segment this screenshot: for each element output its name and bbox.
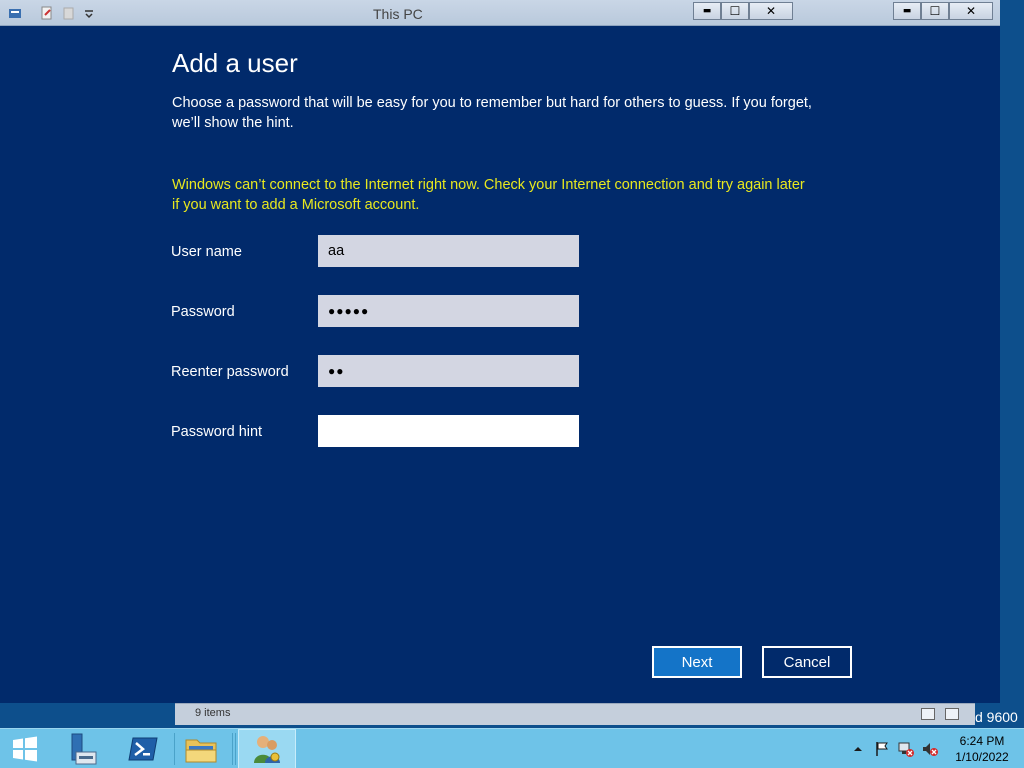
- clock-date: 1/10/2022: [955, 750, 1009, 764]
- powershell-icon: [128, 737, 158, 761]
- explorer-status-bar: 9 items: [175, 703, 975, 725]
- close-icon: ✕: [765, 4, 777, 18]
- maximize-icon: ☐: [929, 4, 941, 18]
- details-view-icon[interactable]: [921, 708, 935, 720]
- action-center-flag-icon[interactable]: [874, 741, 890, 757]
- dialog-description: Choose a password that will be easy for …: [172, 95, 812, 131]
- dialog-title: Add a user: [172, 48, 298, 78]
- reenter-password-label: Reenter password: [171, 364, 289, 380]
- chevron-down-icon[interactable]: [82, 6, 96, 20]
- server-manager-icon: [71, 733, 97, 765]
- close-button[interactable]: ✕: [749, 2, 793, 20]
- explorer-titlebar[interactable]: This PC ▬ ☐ ✕: [0, 0, 800, 26]
- file-explorer-button[interactable]: [176, 729, 226, 768]
- next-button[interactable]: Next: [652, 646, 742, 678]
- taskbar: 6:24 PM 1/10/2022: [0, 728, 1024, 768]
- volume-muted-icon[interactable]: [922, 741, 938, 757]
- close-button-2[interactable]: ✕: [949, 2, 993, 20]
- minimize-button[interactable]: ▬: [693, 2, 721, 20]
- clock-time: 6:24 PM: [959, 734, 1005, 748]
- password-hint-field[interactable]: [318, 415, 579, 447]
- minimize-button-2[interactable]: ▬: [893, 2, 921, 20]
- second-window-titlebar[interactable]: ▬ ☐ ✕: [800, 0, 1000, 26]
- reenter-password-field[interactable]: ●●: [318, 355, 579, 387]
- maximize-icon: ☐: [729, 4, 741, 18]
- taskbar-separator: [235, 733, 236, 765]
- new-folder-icon[interactable]: [62, 6, 76, 20]
- add-user-dialog: Add a user Choose a password that will b…: [0, 26, 1000, 703]
- minimize-icon: ▬: [702, 6, 712, 16]
- properties-icon[interactable]: [8, 6, 22, 20]
- user-accounts-icon: [254, 736, 280, 763]
- taskbar-separator: [174, 733, 175, 765]
- build-watermark: d 9600: [975, 709, 1018, 725]
- server-manager-button[interactable]: [56, 729, 106, 768]
- username-label: User name: [171, 244, 242, 260]
- clock[interactable]: 6:24 PM 1/10/2022: [950, 733, 1014, 765]
- internet-warning: Windows can’t connect to the Internet ri…: [172, 177, 805, 213]
- window-title: This PC: [373, 6, 423, 22]
- desktop: This PC ▬ ☐ ✕ ▬ ☐ ✕ Add a user Choose a …: [0, 0, 1024, 768]
- cancel-button[interactable]: Cancel: [762, 646, 852, 678]
- network-disconnected-icon[interactable]: [898, 741, 914, 757]
- minimize-icon: ▬: [902, 6, 912, 16]
- large-icons-view-icon[interactable]: [945, 708, 959, 720]
- folder-icon: [185, 739, 217, 763]
- windows-logo-icon: [13, 736, 37, 762]
- taskbar-separator: [232, 733, 233, 765]
- undo-icon[interactable]: [40, 6, 54, 20]
- items-count: 9 items: [195, 707, 231, 719]
- user-accounts-button[interactable]: [238, 729, 296, 768]
- password-label: Password: [171, 304, 235, 320]
- username-field[interactable]: aa: [318, 235, 579, 267]
- start-button[interactable]: [0, 729, 50, 768]
- powershell-button[interactable]: [118, 729, 168, 768]
- close-icon: ✕: [965, 4, 977, 18]
- maximize-button[interactable]: ☐: [721, 2, 749, 20]
- show-hidden-icons-icon[interactable]: [850, 741, 866, 757]
- maximize-button-2[interactable]: ☐: [921, 2, 949, 20]
- password-field[interactable]: ●●●●●: [318, 295, 579, 327]
- password-hint-label: Password hint: [171, 424, 263, 440]
